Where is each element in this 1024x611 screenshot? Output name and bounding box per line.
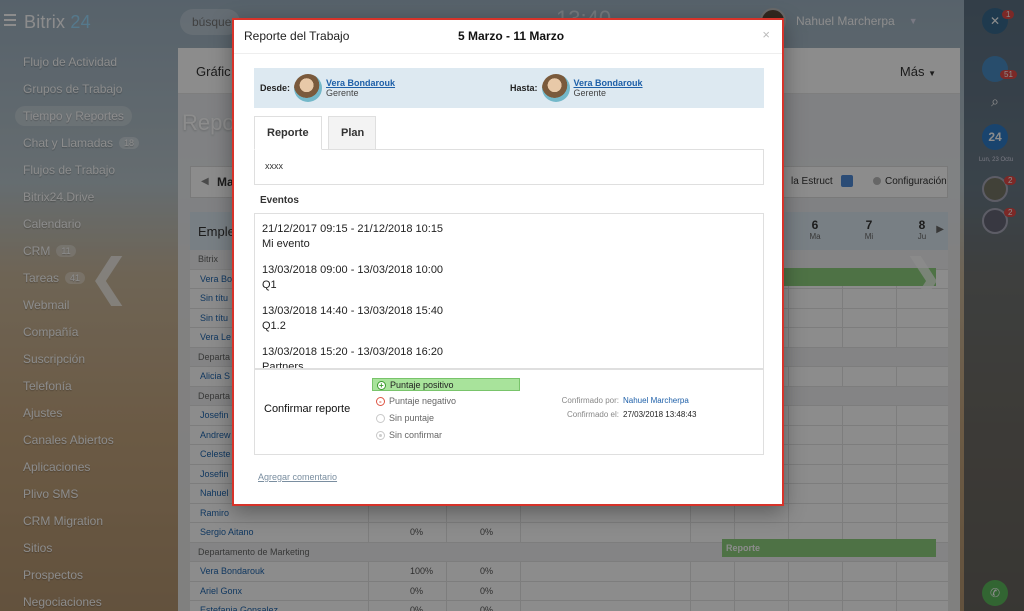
work-report-dialog: Reporte del Trabajo 5 Marzo - 11 Marzo ×… bbox=[232, 18, 784, 506]
option-negative[interactable]: Puntaje negativo bbox=[372, 395, 520, 408]
from-user-role: Gerente bbox=[326, 88, 359, 98]
confirmed-by-link[interactable]: Nahuel Marcherpa bbox=[623, 396, 689, 405]
tab-plan[interactable]: Plan bbox=[328, 116, 376, 150]
confirmed-at: Confirmado el: 27/03/2018 13:48:43 bbox=[566, 410, 697, 419]
radio-icon bbox=[376, 414, 385, 423]
dialog-title: Reporte del Trabajo bbox=[244, 29, 350, 43]
minus-icon bbox=[376, 395, 385, 408]
to-person: Hasta: Vera Bondarouk Gerente bbox=[510, 74, 643, 102]
list-item: 13/03/2018 15:20 - 13/03/2018 16:20 Part… bbox=[262, 346, 444, 369]
list-item: 13/03/2018 14:40 - 13/03/2018 15:40 Q1.2 bbox=[262, 305, 444, 332]
close-icon[interactable]: × bbox=[762, 27, 770, 42]
confirm-section: Confirmar reporte Puntaje positivo Punta… bbox=[254, 369, 764, 455]
from-label: Desde: bbox=[260, 83, 291, 93]
option-positive[interactable]: Puntaje positivo bbox=[372, 378, 520, 392]
tab-reporte[interactable]: Reporte bbox=[254, 116, 322, 150]
confirm-label: Confirmar reporte bbox=[264, 403, 351, 415]
confirmed-by: Confirmado por: Nahuel Marcherpa bbox=[561, 396, 689, 405]
to-user-link[interactable]: Vera Bondarouk bbox=[574, 78, 643, 88]
from-user-link[interactable]: Vera Bondarouk bbox=[326, 78, 395, 88]
from-person: Desde: Vera Bondarouk Gerente bbox=[260, 74, 395, 102]
radio-icon bbox=[376, 431, 385, 440]
avatar bbox=[541, 74, 570, 102]
list-item: 13/03/2018 09:00 - 13/03/2018 10:00 Q1 bbox=[262, 264, 444, 291]
plus-icon bbox=[377, 379, 386, 392]
to-label: Hasta: bbox=[510, 83, 538, 93]
to-user-role: Gerente bbox=[573, 88, 607, 98]
option-unconfirmed[interactable]: Sin confirmar bbox=[372, 429, 520, 442]
avatar bbox=[294, 74, 323, 102]
events-heading: Eventos bbox=[260, 195, 299, 206]
list-item: 21/12/2017 09:15 - 21/12/2018 10:15 Mi e… bbox=[262, 223, 444, 250]
report-text: xxxx bbox=[254, 149, 764, 185]
option-no-score[interactable]: Sin puntaje bbox=[372, 412, 520, 425]
add-comment-link[interactable]: Agregar comentario bbox=[258, 472, 337, 482]
dialog-header: Reporte del Trabajo 5 Marzo - 11 Marzo × bbox=[234, 20, 782, 54]
report-period: 5 Marzo - 11 Marzo bbox=[458, 29, 565, 43]
events-list[interactable]: 21/12/2017 09:15 - 21/12/2018 10:15 Mi e… bbox=[254, 213, 764, 369]
people-bar: Desde: Vera Bondarouk Gerente Hasta: Ver… bbox=[254, 68, 764, 108]
